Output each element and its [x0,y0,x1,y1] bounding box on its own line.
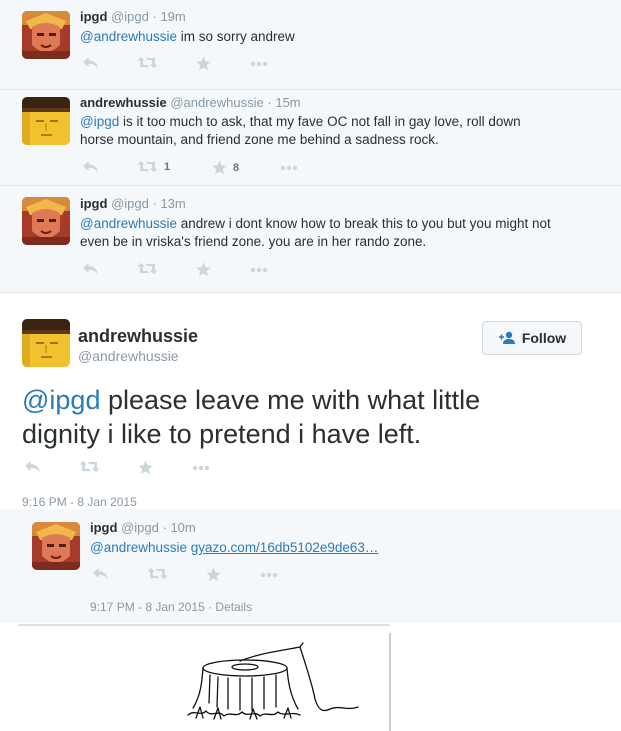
more-button[interactable] [192,465,210,471]
reply-button[interactable] [24,460,41,473]
reply-icon [92,567,109,580]
retweet-button[interactable] [137,262,158,275]
favorite-icon [196,262,211,277]
avatar-image [22,197,70,245]
user-name[interactable]: andrewhussie [80,95,167,110]
attached-image[interactable] [0,623,621,731]
stump-sketch [18,624,391,731]
mention-link[interactable]: @ipgd [22,385,100,415]
follow-button[interactable]: Follow [482,321,582,355]
thread-tweet[interactable]: ipgd @ipgd · 13m @andrewhussie andrew i … [0,186,621,293]
retweet-button[interactable] [147,567,168,580]
tweet-actions [92,567,292,583]
retweet-button[interactable]: 1 [137,160,170,173]
reply-button[interactable] [82,56,99,69]
retweet-button[interactable] [137,56,158,69]
mention-link[interactable]: @andrewhussie [80,29,177,44]
favorite-icon [196,56,211,71]
favorite-button[interactable] [206,567,221,582]
retweet-icon [137,262,158,275]
tweet-actions: 1 8 [82,160,302,176]
reply-button[interactable] [92,567,109,580]
tweet-text: @ipgd is it too much to ask, that my fav… [80,114,521,147]
avatar[interactable] [22,319,70,367]
tweet-text: @andrewhussie im so sorry andrew [80,29,295,44]
tweet-time[interactable]: 19m [160,9,185,24]
tweet-header: andrewhussie @andrewhussie · 15m [80,95,301,110]
favorite-icon [212,160,227,175]
follow-person-icon [498,331,515,344]
user-name[interactable]: andrewhussie [78,326,198,347]
retweet-icon [137,56,158,69]
retweet-icon [79,460,100,473]
avatar[interactable] [22,97,70,145]
tweet-actions [24,460,224,476]
thread-tweet[interactable]: ipgd @ipgd · 19m @andrewhussie im so sor… [0,0,621,90]
conversation-thread: ipgd @ipgd · 19m @andrewhussie im so sor… [0,0,621,293]
more-button[interactable] [250,61,268,67]
reply-button[interactable] [82,262,99,275]
reply-icon [82,262,99,275]
more-icon [192,465,210,471]
retweet-icon [137,160,158,173]
focused-tweet: andrewhussie @andrewhussie Follow @ipgd … [0,293,621,509]
retweet-count: 1 [164,160,171,173]
reply-icon [82,160,99,173]
reply-tweet[interactable]: ipgd @ipgd · 10m @andrewhussie gyazo.com… [0,509,621,623]
follow-label: Follow [521,330,567,346]
user-name[interactable]: ipgd [80,196,107,211]
avatar[interactable] [22,11,70,59]
favorite-button[interactable] [138,460,153,475]
more-button[interactable] [250,267,268,273]
avatar-image [22,97,70,145]
user-name[interactable]: ipgd [90,520,117,535]
tweet-text: @andrewhussie gyazo.com/16db5102e9de63… [90,539,378,557]
favorite-icon [206,567,221,582]
tweet-header: ipgd @ipgd · 19m [80,9,186,24]
more-icon [260,572,278,578]
reply-button[interactable] [82,160,99,173]
user-handle[interactable]: @ipgd [111,196,149,211]
retweet-button[interactable] [79,460,100,473]
user-handle[interactable]: @ipgd [121,520,159,535]
favorite-count: 8 [233,161,240,174]
url-link[interactable]: gyazo.com/16db5102e9de63… [191,540,379,555]
mention-link[interactable]: @andrewhussie [80,216,177,231]
avatar[interactable] [22,197,70,245]
mention-link[interactable]: @andrewhussie [90,540,187,555]
thread-tweet[interactable]: andrewhussie @andrewhussie · 15m @ipgd i… [0,90,621,186]
avatar-image [22,11,70,59]
tweet-time[interactable]: 15m [275,95,300,110]
user-handle[interactable]: @andrewhussie [170,95,263,110]
more-button[interactable] [260,572,278,578]
avatar[interactable] [32,522,80,570]
tweet-timestamp[interactable]: 9:17 PM - 8 Jan 2015 · Details [90,600,252,614]
tweet-time[interactable]: 10m [170,520,195,535]
more-icon [280,165,298,171]
retweet-icon [147,567,168,580]
tweet-header: ipgd @ipgd · 13m [80,196,186,211]
tweet-actions [82,56,282,72]
mention-link[interactable]: @ipgd [80,114,119,129]
user-name[interactable]: ipgd [80,9,107,24]
user-handle[interactable]: @ipgd [111,9,149,24]
reply-icon [24,460,41,473]
tweet-header: ipgd @ipgd · 10m [90,520,196,535]
tweet-text: @ipgd please leave me with what little d… [22,385,481,449]
favorite-button[interactable] [196,56,211,71]
reply-icon [82,56,99,69]
tweet-text: @andrewhussie andrew i dont know how to … [80,216,551,249]
avatar-image [22,319,70,367]
tweet-timestamp[interactable]: 9:16 PM - 8 Jan 2015 [22,495,137,509]
more-button[interactable] [280,165,298,171]
tweet-actions [82,262,282,278]
avatar-image [32,522,80,570]
more-icon [250,267,268,273]
more-icon [250,61,268,67]
favorite-icon [138,460,153,475]
tweet-time[interactable]: 13m [160,196,185,211]
user-handle[interactable]: @andrewhussie [78,348,179,364]
favorite-button[interactable] [196,262,211,277]
favorite-button[interactable]: 8 [212,160,239,175]
